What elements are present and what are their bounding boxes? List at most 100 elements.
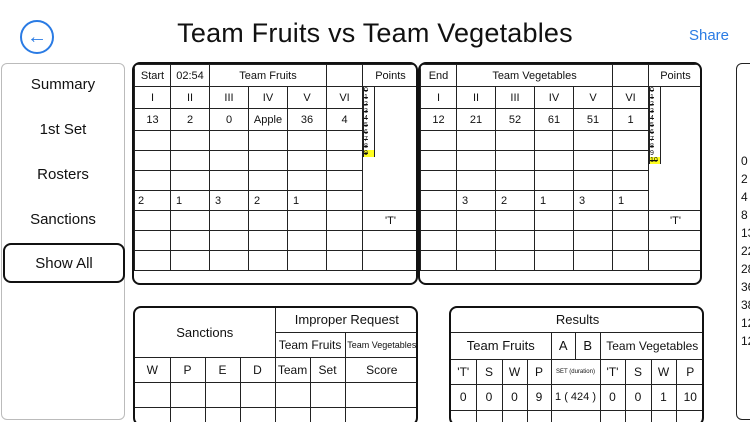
sanctions-panel: Sanctions Improper Request Team Fruits T… [133, 306, 418, 422]
results-set-col: SET [556, 368, 568, 375]
point-mark: 6 [364, 129, 368, 136]
player-number[interactable]: 0 [209, 108, 249, 131]
player-number[interactable]: 1 [612, 108, 650, 131]
start-label: Start [134, 64, 171, 87]
position-label: III [209, 86, 249, 109]
player-number[interactable]: 51 [572, 108, 614, 131]
request-col: Set [309, 356, 346, 383]
sanctions-title: Sanctions [135, 308, 276, 358]
player-number[interactable]: 52 [495, 108, 535, 131]
results-team-a: Team Fruits [451, 331, 552, 360]
point-mark: 4 [364, 115, 368, 122]
share-button[interactable]: Share [689, 27, 729, 44]
team-name: Team Fruits [208, 64, 328, 87]
request-col: Team [274, 356, 311, 383]
current-point-mark: 9 [364, 150, 375, 157]
player-number[interactable]: 61 [534, 108, 574, 131]
sanctions-table: Sanctions Improper Request Team Fruits T… [135, 308, 416, 422]
results-col: S [624, 358, 652, 385]
results-col: P [675, 358, 702, 385]
point-mark: 2 [650, 101, 654, 108]
results-col: 'T' [451, 358, 477, 385]
timeout-marker: 'T' [362, 210, 416, 231]
serve-count: 1 [534, 190, 574, 211]
serve-count: 1 [286, 190, 328, 211]
results-value: 0 [624, 383, 652, 411]
point-mark: 1 [650, 94, 654, 101]
clipped-value: 12 [741, 316, 750, 330]
position-label: I [420, 86, 457, 109]
point-mark: 2 [364, 101, 368, 108]
position-label: III [495, 86, 535, 109]
player-number[interactable]: 2 [170, 108, 210, 131]
team-b-label: Team Vegetables [344, 331, 416, 358]
position-label: II [170, 86, 210, 109]
player-number[interactable]: 12 [420, 108, 457, 131]
point-mark: 7 [650, 136, 654, 143]
results-duration-col: (duration) [569, 368, 595, 375]
point-mark: 8 [364, 143, 368, 150]
point-mark: 9 [650, 150, 654, 157]
team-name: Team Vegetables [455, 64, 614, 87]
clipped-value: 38 [741, 298, 750, 312]
serve-count: 1 [170, 190, 210, 211]
player-number[interactable]: Apple [248, 108, 288, 131]
serve-count: 3 [209, 190, 249, 211]
request-col: Score [344, 356, 416, 383]
serve-count: 2 [495, 190, 535, 211]
clipped-value: 28 [741, 262, 750, 276]
results-team-b: Team Vegetables [599, 331, 702, 360]
results-set-value: 1 ( 424 ) [550, 383, 601, 411]
clipped-value: 22 [741, 244, 750, 258]
points-column: 0 1 2 3 4 5 6 7 8 9 [362, 86, 416, 211]
results-value: 0 [599, 383, 626, 411]
clipped-value: 0 [741, 154, 748, 168]
player-number[interactable]: 13 [134, 108, 171, 131]
point-mark: 3 [364, 108, 368, 115]
results-col: W [501, 358, 528, 385]
player-number[interactable]: 4 [326, 108, 364, 131]
sidebar-item-show-all[interactable]: Show All [3, 243, 125, 283]
app-screen: ← Team Fruits vs Team Vegetables Share S… [0, 0, 750, 422]
position-label: I [134, 86, 171, 109]
sanction-col: E [204, 356, 241, 383]
position-label: V [286, 86, 328, 109]
point-mark: 7 [364, 136, 368, 143]
serve-count: 2 [134, 190, 171, 211]
team-vegetables-table: End Team Vegetables Points I II III IV V… [420, 64, 700, 271]
point-mark: 6 [650, 129, 654, 136]
serve-count: 2 [248, 190, 288, 211]
player-number[interactable]: 36 [286, 108, 328, 131]
point-mark: 4 [650, 115, 654, 122]
sidebar-item-1st-set[interactable]: 1st Set [2, 109, 124, 149]
clipped-panel: 0 2 4 8 13 22 28 36 38 12 12 [736, 63, 750, 420]
results-value: 0 [501, 383, 528, 411]
point-mark: 8 [650, 143, 654, 150]
team-fruits-table: Start 02:54 Team Fruits Points I II III … [134, 64, 416, 271]
clipped-value: 2 [741, 172, 748, 186]
results-col: S [475, 358, 503, 385]
current-point-mark: 10 [650, 157, 661, 164]
results-value: 0 [451, 383, 477, 411]
clipped-value: 36 [741, 280, 750, 294]
player-number[interactable]: 21 [456, 108, 496, 131]
results-col: W [650, 358, 677, 385]
serve-count: 3 [572, 190, 614, 211]
results-b-label: B [583, 337, 593, 353]
results-value: 10 [675, 383, 702, 411]
position-label: IV [534, 86, 574, 109]
position-label: VI [612, 86, 650, 109]
improper-request-title: Improper Request [274, 308, 416, 333]
point-mark: 0 [364, 87, 368, 95]
clipped-value: 12 [741, 334, 750, 348]
clipped-value: 4 [741, 190, 748, 204]
sidebar-item-sanctions[interactable]: Sanctions [2, 199, 124, 239]
sidebar-item-rosters[interactable]: Rosters [2, 154, 124, 194]
point-mark: 3 [650, 108, 654, 115]
point-mark: 0 [650, 87, 654, 95]
results-a-label: A [552, 333, 576, 358]
point-mark: 1 [364, 94, 368, 101]
results-table: Results Team Fruits AB Team Vegetables '… [451, 308, 702, 422]
results-value: 0 [475, 383, 503, 411]
sidebar-item-summary[interactable]: Summary [2, 64, 124, 104]
